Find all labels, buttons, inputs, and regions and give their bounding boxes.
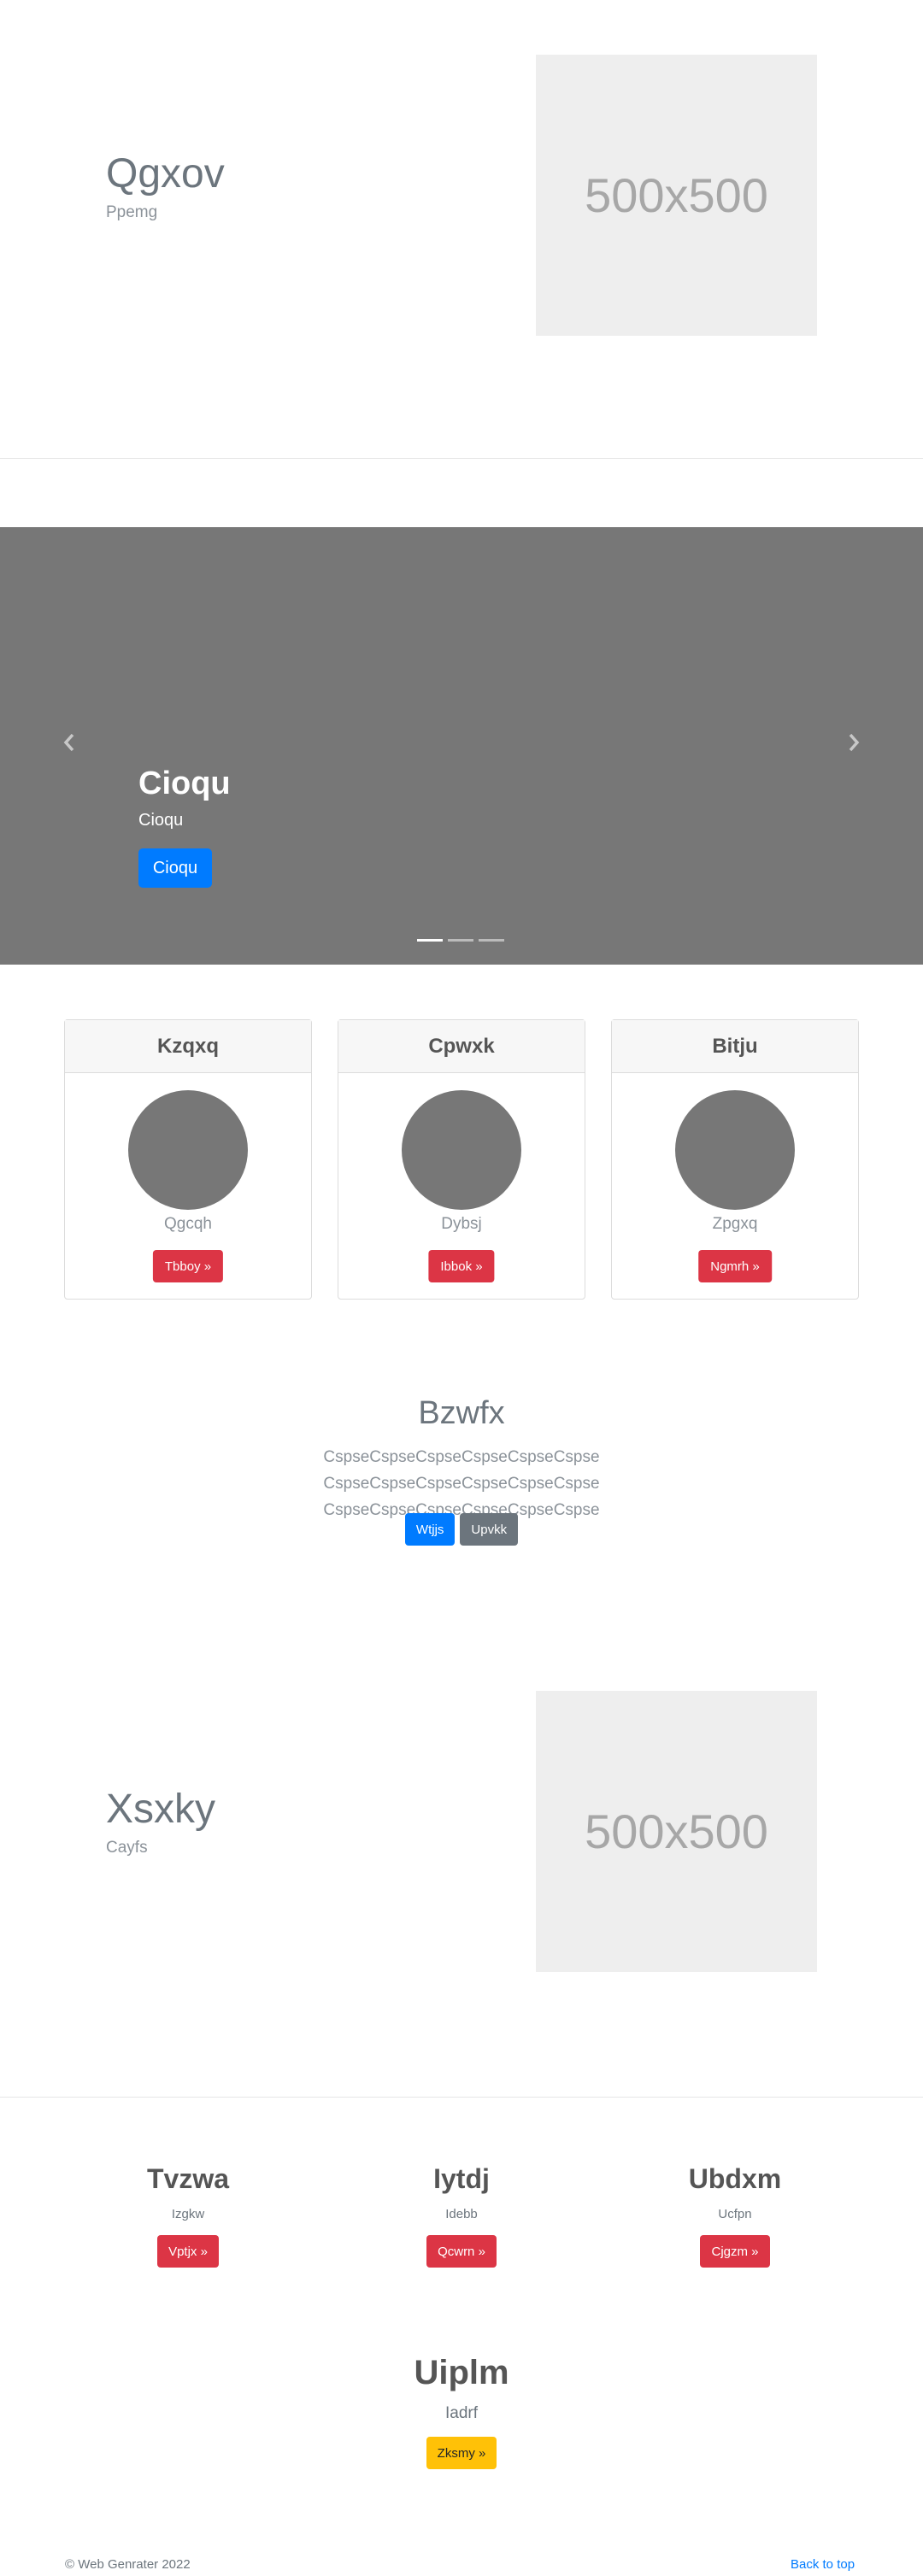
- feature-title: Tvzwa: [146, 2163, 230, 2194]
- feature-button[interactable]: Cjgzm »: [700, 2235, 770, 2268]
- carousel-title: Cioqu: [138, 766, 231, 801]
- carousel-next-button[interactable]: [841, 730, 867, 755]
- chevron-left-icon: [63, 733, 74, 752]
- divider: [0, 458, 923, 459]
- card-button[interactable]: Tbboy »: [152, 1250, 224, 1282]
- card-name: Zpgxq: [712, 1215, 758, 1233]
- card-name: Dybsj: [441, 1215, 482, 1233]
- card: Bitju Zpgxq Ngmrh »: [611, 1019, 859, 1300]
- card-header: Cpwxk: [338, 1020, 585, 1073]
- feature-subtitle: Iadrf: [444, 2404, 479, 2422]
- feature-item: Ubdxm Ucfpn Cjgzm »: [581, 2163, 889, 2268]
- carousel-indicator-2[interactable]: [448, 939, 473, 942]
- section-title: Bzwfx: [418, 1395, 505, 1431]
- card: Cpwxk Dybsj Ibbok »: [338, 1019, 585, 1300]
- avatar: [675, 1090, 795, 1210]
- carousel: Cioqu Cioqu Cioqu: [0, 527, 923, 965]
- back-to-top-link[interactable]: Back to top: [791, 2557, 855, 2572]
- feature-subtitle: Ucfpn: [718, 2207, 752, 2221]
- carousel-indicator-3[interactable]: [479, 939, 504, 942]
- footer-copyright: © Web Genrater 2022: [65, 2557, 191, 2572]
- feature-item: Tvzwa Izgkw Vptjx »: [34, 2163, 342, 2268]
- feature-title: Ubdxm: [688, 2163, 782, 2194]
- secondary-button[interactable]: Upvkk: [460, 1513, 519, 1546]
- card-header: Kzqxq: [65, 1020, 311, 1073]
- hero-subtitle: Cayfs: [106, 1839, 148, 1857]
- avatar: [128, 1090, 248, 1210]
- primary-button[interactable]: Wtjjs: [404, 1513, 456, 1546]
- hero-title: Qgxov: [106, 151, 225, 197]
- highlight-feature: Uiplm Iadrf Zksmy »: [0, 2354, 923, 2469]
- card-button[interactable]: Ngmrh »: [698, 1250, 772, 1282]
- feature-button[interactable]: Qcwrn »: [426, 2235, 497, 2268]
- card-header: Bitju: [612, 1020, 858, 1073]
- carousel-prev-button[interactable]: [56, 730, 82, 755]
- placeholder-image: 500x500: [536, 55, 817, 336]
- feature-title: Uiplm: [414, 2354, 509, 2391]
- card-button[interactable]: Ibbok »: [428, 1250, 495, 1282]
- carousel-subtitle: Cioqu: [138, 811, 184, 830]
- avatar: [402, 1090, 521, 1210]
- feature-title: Iytdj: [433, 2163, 490, 2194]
- chevron-right-icon: [849, 733, 860, 752]
- feature-subtitle: Izgkw: [171, 2207, 205, 2221]
- carousel-cta-button[interactable]: Cioqu: [138, 848, 212, 888]
- feature-subtitle: Idebb: [445, 2207, 478, 2221]
- hero-section-1: Qgxov Ppemg 500x500: [0, 0, 923, 457]
- card-name: Qgcqh: [164, 1215, 212, 1233]
- placeholder-label: 500x500: [585, 1804, 768, 1858]
- hero-title: Xsxky: [106, 1787, 216, 1832]
- hero-subtitle: Ppemg: [106, 203, 158, 221]
- section-text: CspseCspseCspseCspseCspseCspse CspseCsps…: [323, 1448, 600, 1519]
- hero-section-2: Xsxky Cayfs 500x500: [0, 1666, 923, 2093]
- feature-button[interactable]: Zksmy »: [426, 2437, 497, 2469]
- carousel-indicators: [417, 939, 504, 942]
- section-buttons: Wtjjs Upvkk: [0, 1513, 923, 1546]
- card: Kzqxq Qgcqh Tbboy »: [64, 1019, 312, 1300]
- feature-button[interactable]: Vptjx »: [157, 2235, 219, 2268]
- carousel-indicator-1[interactable]: [417, 939, 443, 942]
- divider: [0, 2097, 923, 2098]
- placeholder-label: 500x500: [585, 168, 768, 222]
- feature-item: Iytdj Idebb Qcwrn »: [308, 2163, 615, 2268]
- placeholder-image: 500x500: [536, 1691, 817, 1972]
